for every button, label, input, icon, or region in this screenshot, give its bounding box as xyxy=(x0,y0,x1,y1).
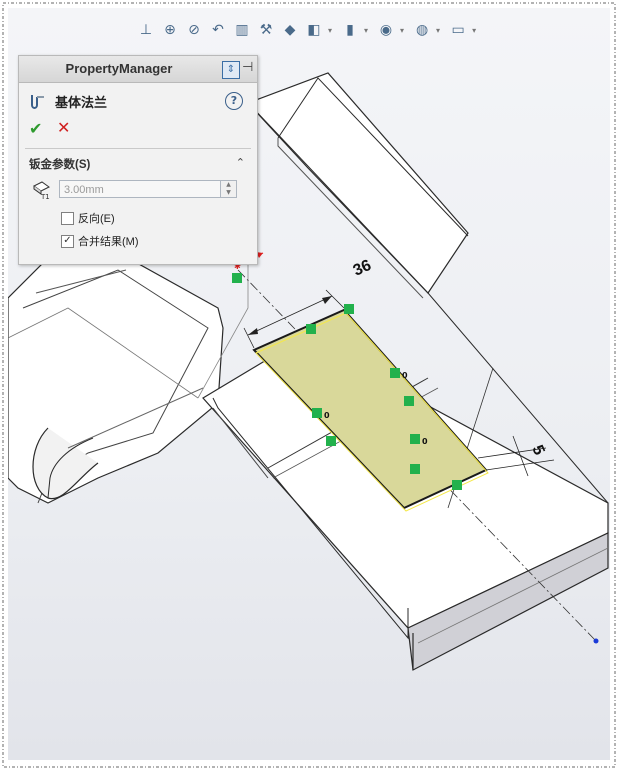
reverse-direction-checkbox[interactable]: 反向(E) xyxy=(61,210,115,226)
graphics-area[interactable]: ✱ 36 5 0 0 0 ⊥ ⊕ ⊘ ↶ ▥ ⚒ ◆ ◧ ▾ ▮ ▾ ◉ ▾ ◍… xyxy=(8,8,610,760)
heads-up-view-toolbar: ⊥ ⊕ ⊘ ↶ ▥ ⚒ ◆ ◧ ▾ ▮ ▾ ◉ ▾ ◍ ▾ ▭ ▾ xyxy=(136,18,480,42)
relation-zero-2: 0 xyxy=(324,411,330,420)
thickness-spinner[interactable]: ▲ ▼ xyxy=(221,180,237,198)
relation-zero-1: 0 xyxy=(402,371,408,380)
ok-button[interactable]: ✔ xyxy=(29,119,42,138)
dimension-5[interactable]: 5 xyxy=(528,443,547,458)
view-cube-icon[interactable]: ◆ xyxy=(280,20,300,40)
sheet-metal-parameters-title: 钣金参数(S) xyxy=(29,159,91,171)
hide-show-icon[interactable]: ▮ xyxy=(340,20,360,40)
base-flange-icon xyxy=(31,94,44,109)
zoom-to-fit-icon[interactable]: ⊕ xyxy=(160,20,180,40)
previous-view-icon[interactable]: ↶ xyxy=(208,20,228,40)
feature-title: 基体法兰 xyxy=(55,95,108,110)
merge-result-checkbox[interactable]: ✓ 合并结果(M) xyxy=(61,233,139,249)
thickness-input[interactable]: 3.00mm xyxy=(59,180,221,198)
view-settings-icon[interactable]: ▭ xyxy=(448,20,468,40)
property-manager-header: PropertyManager ⇕ ⊣ xyxy=(19,56,257,83)
divider xyxy=(25,148,251,149)
checkbox-checked[interactable]: ✓ xyxy=(61,234,74,248)
pin-icon[interactable]: ⊣ xyxy=(242,60,253,75)
apply-scene-icon[interactable]: ◍ xyxy=(412,20,432,40)
chevron-down-icon[interactable]: ▾ xyxy=(364,26,368,35)
chevron-down-icon[interactable]: ▾ xyxy=(472,26,476,35)
cancel-button[interactable]: ✕ xyxy=(57,118,70,137)
dynamic-annotation-icon[interactable]: ⚒ xyxy=(256,20,276,40)
thickness-icon-label: T1 xyxy=(40,193,50,200)
feature-header: 基体法兰 xyxy=(29,92,107,111)
reverse-direction-label: 反向(E) xyxy=(78,213,115,225)
property-manager: PropertyManager ⇕ ⊣ 基体法兰 ? ✔ ✕ 钣金参数(S) ⌃… xyxy=(18,55,258,265)
display-style-icon[interactable]: ◧ xyxy=(304,20,324,40)
merge-result-label: 合并结果(M) xyxy=(78,236,139,248)
relation-zero-3: 0 xyxy=(422,437,428,446)
chevron-down-icon[interactable]: ▾ xyxy=(400,26,404,35)
chevron-down-icon[interactable]: ▾ xyxy=(436,26,440,35)
thickness-icon: T1 xyxy=(33,181,50,200)
chevron-down-icon[interactable]: ▾ xyxy=(328,26,332,35)
property-manager-title: PropertyManager xyxy=(65,61,173,76)
checkbox-unchecked[interactable] xyxy=(61,211,74,225)
edit-appearance-icon[interactable]: ◉ xyxy=(376,20,396,40)
section-view-icon[interactable]: ▥ xyxy=(232,20,252,40)
zoom-to-area-icon[interactable]: ⊘ xyxy=(184,20,204,40)
view-orientation-icon[interactable]: ⊥ xyxy=(136,20,156,40)
dimension-36[interactable]: 36 xyxy=(351,257,374,280)
chevron-up-icon[interactable]: ⌃ xyxy=(236,156,245,169)
detailed-preview-icon[interactable]: ⇕ xyxy=(222,61,240,79)
help-icon[interactable]: ? xyxy=(225,92,243,110)
